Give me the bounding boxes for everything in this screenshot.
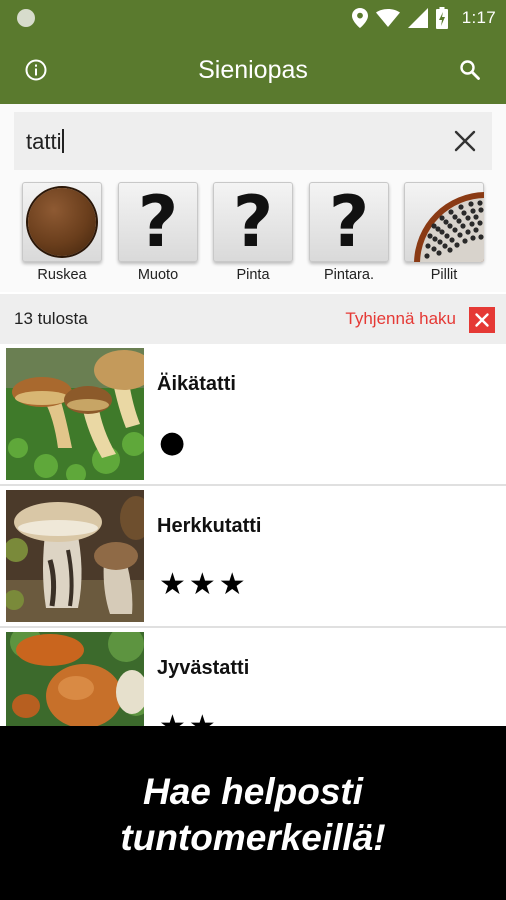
app-bar: Sieniopas (0, 36, 506, 104)
filter-label: Pillit (430, 267, 458, 283)
filter-pores-tile (404, 182, 484, 262)
mushroom-name: Äikätatti (157, 373, 236, 395)
result-bar: 13 tulosta Tyhjennä haku (0, 294, 506, 344)
clear-search-button[interactable] (469, 307, 495, 333)
filter-label: Ruskea (37, 267, 87, 283)
mushroom-name: Herkkutatti (157, 515, 262, 537)
brown-color-icon (28, 188, 96, 256)
wifi-icon (375, 9, 400, 27)
list-item[interactable]: Herkkutatti ★★★ (0, 486, 506, 626)
question-mark-icon: ? (232, 182, 274, 262)
app-title: Sieniopas (198, 56, 308, 84)
status-icons: 1:17 (351, 6, 496, 30)
filter-pores[interactable]: Pillit (402, 182, 486, 286)
filter-surface-texture-tile: ? (309, 182, 389, 262)
filter-label: Pinta (236, 267, 270, 283)
filter-color[interactable]: Ruskea (20, 182, 104, 286)
question-mark-icon: ? (137, 182, 179, 262)
filter-shape-tile: ? (118, 182, 198, 262)
rating: ★★ (159, 710, 219, 727)
filter-surface-texture[interactable]: ? Pintara. (307, 182, 391, 286)
filter-surface[interactable]: ? Pinta (211, 182, 295, 286)
filter-label: Pintara. (324, 267, 374, 283)
list-item[interactable]: Jyvästatti ★★ (0, 628, 506, 726)
promo-line-1: Hae helposti (143, 771, 363, 812)
pores-icon (414, 192, 484, 262)
filter-shape[interactable]: ? Muoto (116, 182, 200, 286)
status-bar: 1:17 (0, 0, 506, 36)
rating: ★★★ (159, 567, 249, 602)
question-mark-icon: ? (328, 182, 370, 262)
close-icon[interactable] (454, 130, 476, 152)
search-input[interactable]: tatti (14, 112, 492, 170)
clear-search-link[interactable]: Tyhjennä haku (345, 309, 456, 329)
location-icon (351, 8, 368, 28)
notification-dot-icon (17, 9, 35, 27)
promo-line-2: tuntomerkeillä! (120, 817, 386, 858)
mushroom-name: Jyvästatti (157, 657, 250, 679)
app-screen: 1:17 Sieniopas tatti Ruskea ? Muoto ? Pi… (0, 0, 506, 900)
result-count: 13 tulosta (14, 309, 88, 328)
results-list: Äikätatti ● Herkkutatti ★★★ Jyvästatti (0, 344, 506, 726)
signal-icon (407, 8, 428, 28)
filter-color-tile (22, 182, 102, 262)
filter-label: Muoto (137, 267, 179, 283)
mushroom-thumbnail (6, 348, 144, 480)
promo-banner: Hae helposti tuntomerkeillä! (0, 726, 506, 900)
filter-bar: Ruskea ? Muoto ? Pinta ? Pintara. Pillit (0, 178, 506, 292)
battery-icon (435, 7, 448, 29)
search-query-text: tatti (26, 129, 62, 154)
filter-surface-tile: ? (213, 182, 293, 262)
search-area: tatti (0, 104, 506, 178)
mushroom-thumbnail (6, 490, 144, 622)
search-query: tatti (26, 129, 65, 155)
list-item[interactable]: Äikätatti ● (0, 344, 506, 484)
search-icon[interactable] (458, 58, 482, 82)
mushroom-thumbnail (6, 632, 144, 726)
status-time: 1:17 (461, 8, 496, 27)
rating: ● (159, 425, 189, 460)
text-cursor (62, 129, 65, 153)
